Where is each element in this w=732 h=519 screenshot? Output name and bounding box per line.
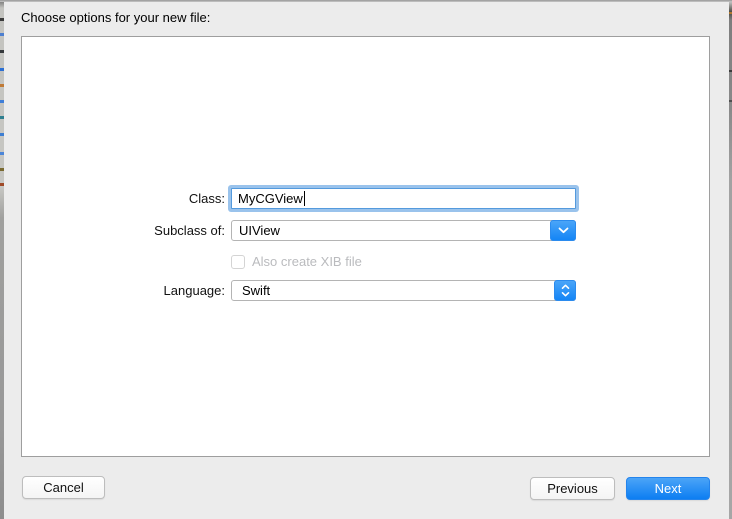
sheet-title: Choose options for your new file: bbox=[21, 10, 211, 25]
subclass-label: Subclass of: bbox=[154, 223, 225, 238]
language-label: Language: bbox=[163, 283, 225, 298]
text-caret bbox=[303, 191, 305, 206]
class-label: Class: bbox=[188, 191, 225, 206]
class-input[interactable]: MyCGView bbox=[231, 188, 576, 209]
chevron-down-icon[interactable] bbox=[550, 220, 576, 241]
previous-button[interactable]: Previous bbox=[530, 477, 615, 500]
next-button[interactable]: Next bbox=[626, 477, 710, 500]
xib-checkbox-label: Also create XIB file bbox=[252, 254, 362, 269]
xib-checkbox[interactable] bbox=[231, 254, 245, 269]
subclass-value: UIView bbox=[239, 223, 280, 238]
subclass-combobox[interactable]: UIView bbox=[231, 220, 576, 241]
language-value: Swift bbox=[242, 283, 271, 298]
class-input-value: MyCGView bbox=[238, 191, 303, 206]
options-panel bbox=[21, 36, 710, 457]
chevron-up-down-icon[interactable] bbox=[554, 280, 576, 301]
language-popup[interactable]: Swift bbox=[231, 280, 576, 301]
new-file-options-sheet: Choose options for your new file: Class:… bbox=[0, 0, 732, 519]
xib-checkbox-row: Also create XIB file bbox=[231, 254, 362, 269]
background-window-top-edge bbox=[0, 0, 732, 2]
background-window-left-edge bbox=[0, 0, 4, 519]
cancel-button[interactable]: Cancel bbox=[22, 476, 105, 499]
